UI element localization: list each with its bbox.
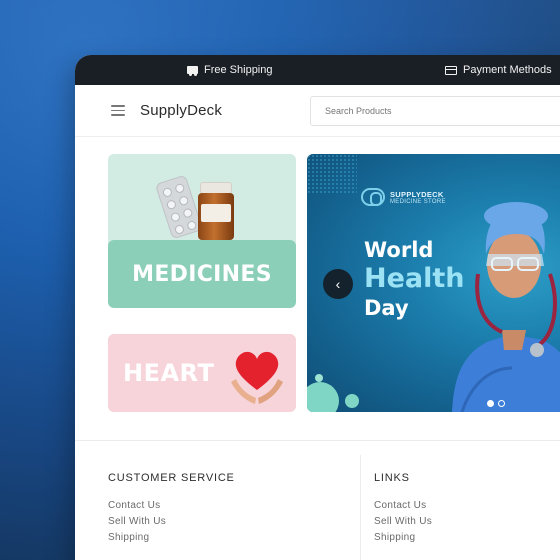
payment-methods-item[interactable]: Payment Methods bbox=[445, 64, 552, 76]
browser-window: Free Shipping Payment Methods SupplyDeck… bbox=[75, 55, 560, 560]
brand-logo-icon bbox=[361, 188, 385, 206]
heart-in-hands-image bbox=[231, 351, 283, 404]
search-input[interactable] bbox=[310, 96, 560, 126]
links-column: LINKS Contact Us Sell With Us Shipping bbox=[374, 472, 432, 548]
heart-label: HEART bbox=[123, 359, 215, 387]
footer-link-shipping[interactable]: Shipping bbox=[374, 532, 432, 543]
banner-headline-line-1: World bbox=[364, 238, 434, 262]
footer-divider bbox=[75, 440, 560, 441]
credit-card-icon bbox=[445, 65, 457, 75]
free-shipping-item[interactable]: Free Shipping bbox=[187, 64, 273, 76]
top-bar: Free Shipping Payment Methods bbox=[75, 55, 560, 85]
medicines-promo-card[interactable]: MEDICINES bbox=[108, 154, 296, 308]
carousel-dot[interactable] bbox=[498, 400, 505, 407]
decorative-blob bbox=[345, 394, 359, 408]
footer-link-sell-with-us[interactable]: Sell With Us bbox=[108, 516, 235, 527]
menu-icon[interactable] bbox=[111, 105, 125, 116]
footer-link-contact-us[interactable]: Contact Us bbox=[108, 500, 235, 511]
footer-column-divider bbox=[360, 455, 361, 560]
customer-service-column: CUSTOMER SERVICE Contact Us Sell With Us… bbox=[108, 472, 235, 548]
pill-blister-image bbox=[154, 174, 204, 240]
links-title: LINKS bbox=[374, 472, 410, 484]
footer-link-shipping[interactable]: Shipping bbox=[108, 532, 235, 543]
payment-methods-label: Payment Methods bbox=[463, 64, 552, 76]
medicines-label-band: MEDICINES bbox=[108, 240, 296, 308]
truck-icon bbox=[187, 66, 198, 76]
site-logo[interactable]: SupplyDeck bbox=[140, 102, 222, 119]
footer-link-sell-with-us[interactable]: Sell With Us bbox=[374, 516, 432, 527]
medicine-bottle-image bbox=[198, 182, 234, 240]
free-shipping-label: Free Shipping bbox=[204, 64, 273, 76]
doctor-image bbox=[452, 202, 560, 412]
banner-brand: SUPPLYDECK MEDICINE STORE bbox=[361, 188, 446, 206]
footer-link-contact-us[interactable]: Contact Us bbox=[374, 500, 432, 511]
hero-banner[interactable]: SUPPLYDECK MEDICINE STORE World Health D… bbox=[307, 154, 560, 412]
heart-promo-card[interactable]: HEART bbox=[108, 334, 296, 412]
site-header: SupplyDeck bbox=[75, 85, 560, 137]
dot-pattern-decoration bbox=[307, 154, 357, 194]
carousel-dot[interactable] bbox=[487, 400, 494, 407]
medicines-label: MEDICINES bbox=[132, 261, 272, 287]
banner-brand-sub: MEDICINE STORE bbox=[390, 198, 446, 205]
carousel-dots bbox=[487, 400, 505, 407]
banner-headline-line-3: Day bbox=[364, 296, 409, 320]
banner-brand-name: SUPPLYDECK bbox=[390, 189, 444, 199]
customer-service-title: CUSTOMER SERVICE bbox=[108, 472, 235, 484]
decorative-blob bbox=[307, 382, 339, 412]
decorative-blob bbox=[315, 374, 323, 382]
carousel-prev-button[interactable]: ‹ bbox=[323, 269, 353, 299]
